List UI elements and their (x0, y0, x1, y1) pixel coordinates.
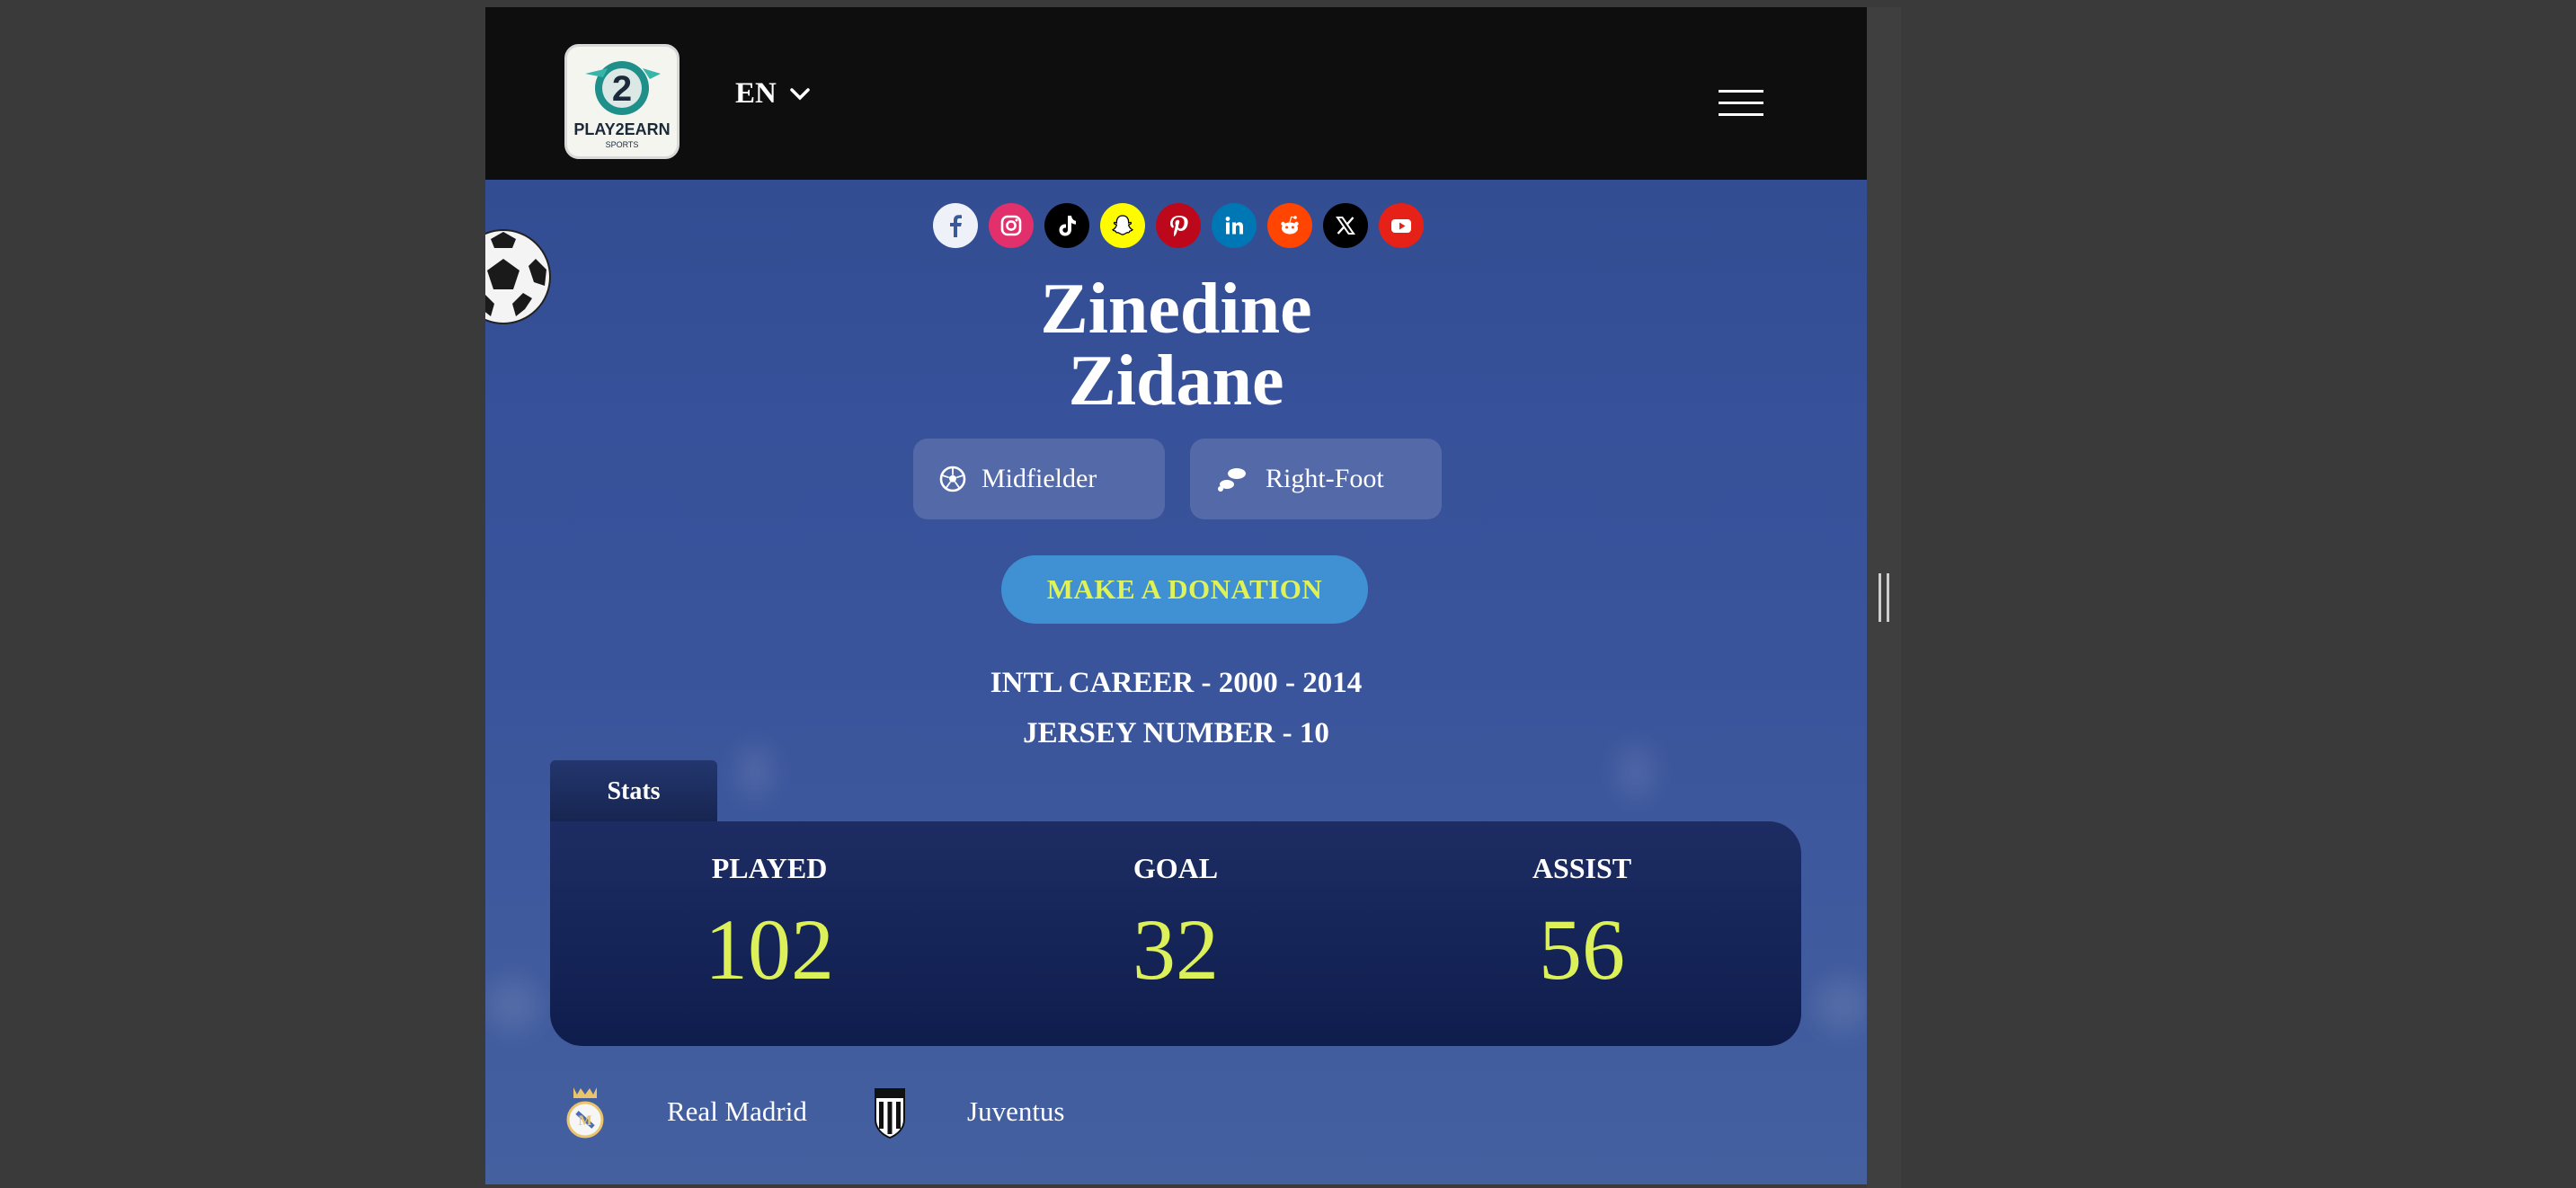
language-selector[interactable]: EN (735, 77, 811, 111)
svg-text:2: 2 (612, 69, 632, 109)
intl-career-text: INTL CAREER - 2000 - 2014 (990, 667, 1363, 699)
svg-text:SPORTS: SPORTS (606, 140, 639, 149)
footprint-icon (1218, 468, 1246, 492)
juventus-crest-icon (875, 1088, 905, 1139)
logo-icon: 2 PLAY2EARN SPORTS (573, 61, 671, 149)
hamburger-menu-icon[interactable] (1719, 90, 1763, 117)
soccer-ball-icon (939, 465, 966, 492)
club-name: Real Madrid (667, 1095, 807, 1127)
stadium-light (737, 744, 773, 798)
stat-value: 32 (1133, 901, 1219, 997)
svg-text:PLAY2EARN: PLAY2EARN (573, 120, 670, 138)
facebook-icon[interactable] (933, 203, 978, 248)
stat-played: PLAYED 102 (635, 852, 904, 995)
position-label: Midfielder (982, 464, 1097, 493)
x-twitter-icon[interactable] (1323, 203, 1368, 248)
snapchat-icon[interactable] (1100, 203, 1145, 248)
pinterest-icon[interactable] (1156, 203, 1201, 248)
stat-label: ASSIST (1532, 852, 1632, 884)
resize-handle[interactable] (1879, 573, 1889, 622)
position-badge: Midfielder (913, 439, 1165, 519)
club-name: Juventus (967, 1095, 1065, 1127)
svg-text:M: M (578, 1113, 591, 1129)
stat-goal: GOAL 32 (1041, 852, 1310, 995)
app-frame: 2 PLAY2EARN SPORTS EN Zinedine Zidane Mi… (485, 7, 1867, 1184)
stats-card: PLAYED 102 GOAL 32 ASSIST 56 (550, 821, 1801, 1046)
foot-label: Right-Foot (1266, 464, 1384, 493)
foot-badge: Right-Foot (1190, 439, 1442, 519)
player-name: Zinedine Zidane (485, 273, 1867, 417)
stadium-light (1618, 744, 1654, 798)
play2earn-logo[interactable]: 2 PLAY2EARN SPORTS (564, 44, 680, 159)
real-madrid-crest-icon: M (566, 1087, 604, 1139)
stadium-light (485, 978, 539, 1032)
player-last-name: Zidane (1068, 341, 1284, 421)
stat-value: 102 (705, 901, 834, 997)
club-juventus[interactable]: Juventus (872, 1084, 1065, 1139)
top-navigation-bar: 2 PLAY2EARN SPORTS EN (485, 7, 1867, 180)
tab-stats[interactable]: Stats (550, 760, 717, 823)
player-first-name: Zinedine (1040, 270, 1312, 349)
youtube-icon[interactable] (1379, 203, 1424, 248)
tiktok-icon[interactable] (1044, 203, 1089, 248)
make-donation-button[interactable]: MAKE A DONATION (1001, 555, 1368, 624)
stat-label: PLAYED (711, 852, 828, 884)
language-label: EN (735, 77, 777, 110)
chevron-down-icon (790, 87, 810, 100)
jersey-number-text: JERSEY NUMBER - 10 (1023, 717, 1329, 749)
instagram-icon[interactable] (989, 203, 1034, 248)
reddit-icon[interactable] (1267, 203, 1312, 248)
linkedin-icon[interactable] (1212, 203, 1257, 248)
stadium-light (1816, 978, 1867, 1032)
stat-label: GOAL (1133, 852, 1219, 884)
stat-value: 56 (1539, 901, 1625, 997)
social-links (933, 203, 1424, 248)
club-real-madrid[interactable]: M Real Madrid (564, 1084, 807, 1139)
stat-assist: ASSIST 56 (1447, 852, 1717, 995)
